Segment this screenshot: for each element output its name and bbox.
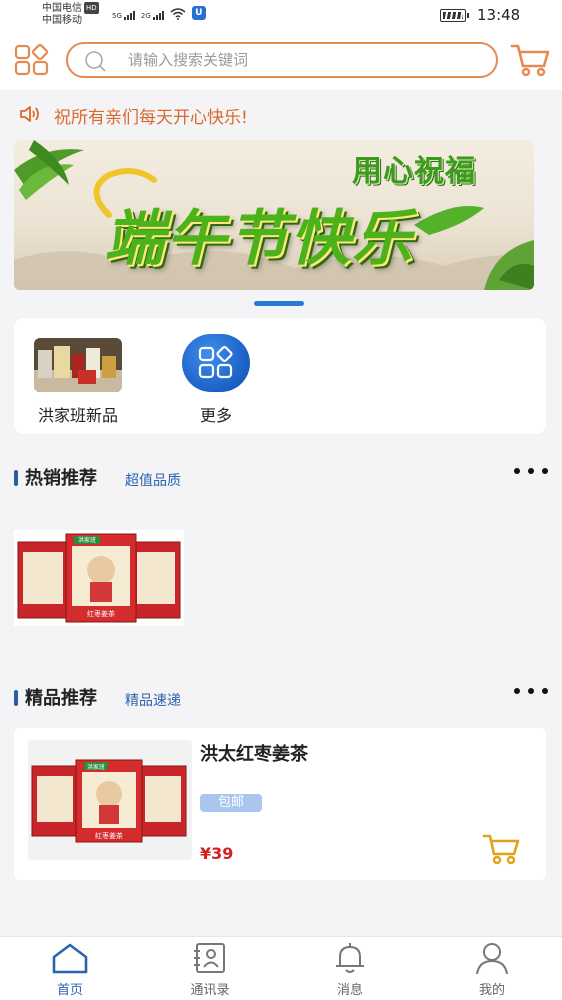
premium-section-header: 精品推荐 精品速递	[14, 684, 548, 714]
hot-product-image[interactable]: 红枣姜茶 洪家班	[14, 530, 184, 626]
product-price: ¥39	[200, 844, 234, 863]
status-bar: 中国电信 HD 中国移动 5G 2G U 13:48	[0, 0, 562, 32]
network-1-label: 5G	[112, 12, 122, 20]
signal-2g-icon: 2G	[141, 11, 164, 20]
signal-group: 5G 2G U	[112, 6, 206, 20]
banner-indicator[interactable]	[254, 301, 304, 306]
notice-bar[interactable]: 祝所有亲们每天开心快乐!	[0, 90, 562, 138]
wifi-icon	[170, 8, 186, 20]
quick-entry-new-products[interactable]: 洪家班新品	[28, 338, 128, 428]
hot-section-subtitle: 超值品质	[125, 473, 181, 489]
nav-home[interactable]: 首页	[30, 941, 110, 999]
nav-contacts[interactable]: 通讯录	[170, 941, 250, 999]
carrier-2: 中国移动	[42, 15, 82, 26]
tea-box-brand: 洪家班	[87, 763, 105, 771]
hot-section-title: 热销推荐	[25, 468, 97, 489]
nav-contacts-label: 通讯录	[190, 983, 230, 998]
quick-entry-label: 洪家班新品	[37, 406, 118, 425]
tea-box-brand: 洪家班	[78, 536, 96, 544]
nav-messages[interactable]: 消息	[310, 941, 390, 999]
tea-box-image: 红枣姜茶 洪家班	[28, 740, 192, 860]
cart-icon[interactable]	[510, 42, 552, 78]
product-card[interactable]: 红枣姜茶 洪家班 洪太红枣姜茶 包邮 ¥39	[14, 728, 546, 880]
signal-5g-icon: 5G	[112, 11, 135, 20]
user-icon	[476, 943, 508, 975]
notice-text: 祝所有亲们每天开心快乐!	[54, 108, 248, 128]
bottom-navigation: 首页 通讯录 消息 我的	[0, 936, 562, 1000]
section-marker	[14, 690, 18, 706]
home-icon	[52, 943, 88, 974]
status-time: 13:48	[477, 6, 521, 24]
hot-section-header: 热销推荐 超值品质	[14, 464, 548, 494]
nav-messages-label: 消息	[336, 983, 363, 998]
free-shipping-badge: 包邮	[200, 794, 262, 812]
quick-entry-more[interactable]: 更多	[166, 334, 266, 428]
product-thumbnail	[34, 338, 122, 392]
banner-carousel[interactable]: 用心祝福 端午节快乐	[14, 140, 534, 290]
carrier-info: 中国电信 HD 中国移动	[42, 2, 99, 27]
premium-section-subtitle: 精品速递	[125, 693, 181, 709]
top-header	[0, 32, 562, 90]
banner-subtitle: 用心祝福	[352, 154, 476, 189]
premium-section-title: 精品推荐	[25, 688, 97, 709]
search-bar[interactable]	[66, 42, 498, 78]
hd-badge: HD	[84, 2, 99, 14]
nav-profile-label: 我的	[478, 983, 505, 998]
contacts-icon	[194, 943, 225, 973]
carrier-1: 中国电信	[42, 3, 82, 14]
banner-title: 端午节快乐	[104, 204, 414, 274]
speaker-icon	[20, 106, 39, 122]
more-apps-icon	[182, 334, 250, 392]
section-marker	[14, 470, 18, 486]
network-2-label: 2G	[140, 12, 151, 20]
product-name: 洪太红枣姜茶	[200, 744, 308, 765]
tea-box-label: 红枣姜茶	[95, 831, 123, 840]
tea-box-label: 红枣姜茶	[87, 609, 115, 618]
more-dots-icon[interactable]	[514, 688, 548, 698]
nav-home-label: 首页	[56, 983, 83, 998]
add-to-cart-icon[interactable]	[482, 832, 522, 866]
search-icon	[85, 51, 106, 72]
nav-profile[interactable]: 我的	[452, 941, 532, 999]
search-input[interactable]	[128, 49, 478, 71]
apps-grid-icon[interactable]	[14, 44, 50, 76]
quick-entry-card: 洪家班新品 更多	[14, 318, 546, 434]
product-image: 红枣姜茶 洪家班	[28, 740, 192, 860]
battery-icon	[440, 9, 469, 22]
app-notification-icon: U	[191, 6, 206, 20]
more-dots-icon[interactable]	[514, 468, 548, 478]
tea-box-image: 红枣姜茶 洪家班	[14, 530, 184, 626]
quick-entry-label: 更多	[199, 406, 232, 425]
bell-icon	[336, 943, 364, 973]
